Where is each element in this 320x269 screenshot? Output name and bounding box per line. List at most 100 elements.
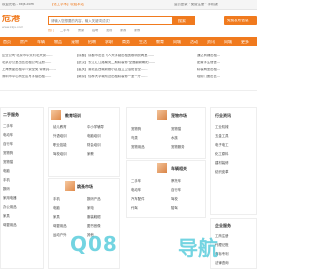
nav-item[interactable]: 房产 xyxy=(20,40,28,44)
section-link[interactable]: 宠物猫 xyxy=(3,160,13,164)
section-link[interactable]: 服装鞋帽 xyxy=(87,215,101,219)
hot-word[interactable]: 家政 xyxy=(120,29,126,32)
nav-item[interactable]: 更多 xyxy=(241,40,249,44)
latest-item[interactable]: 企业公司·北京市中关村北大街…… xyxy=(2,54,70,57)
section-link[interactable]: 纺织皮革 xyxy=(215,170,229,174)
hot-word[interactable]: 宠物 xyxy=(106,29,112,32)
section-card: 教育培训 幼儿教育 中小学辅导 外语培训 电脑培训 职业技能 财会培训 驾校培训… xyxy=(48,107,120,177)
nav-item[interactable]: 同城 xyxy=(173,40,181,44)
section-link[interactable]: 数码产品 xyxy=(87,197,101,201)
section-link[interactable]: 宠物狗 xyxy=(3,151,13,155)
nav-item[interactable]: 商务 xyxy=(122,40,130,44)
account-links[interactable]: 会员登录 · 免费注册 · 手机版 xyxy=(174,3,218,6)
latest-item[interactable]: 【武汉】长江汇江路南苑二期精装修·全面翻新朝阳…… xyxy=(75,61,193,64)
section-link[interactable]: 家教 xyxy=(87,152,94,156)
latest-item[interactable]: 【成都】成都市出售飞人大学路出租宽敞明亮两室…… xyxy=(75,54,193,57)
search-input[interactable] xyxy=(51,18,169,24)
watermark-text: Q08 xyxy=(70,232,118,256)
section-thumb xyxy=(157,163,167,173)
section-link[interactable]: 驾校 xyxy=(171,197,178,201)
section-link[interactable]: 自行车 xyxy=(3,142,13,146)
section-link[interactable]: 法律咨询 xyxy=(215,261,229,265)
section-title: 行业资讯 xyxy=(215,113,231,118)
section-link[interactable]: 二手车 xyxy=(131,179,141,183)
section-link[interactable]: 代驾 xyxy=(131,206,138,210)
section-link[interactable]: 中小学辅导 xyxy=(87,125,104,129)
section-link[interactable]: 数码 xyxy=(3,187,10,191)
section-link[interactable]: 电脑 xyxy=(3,169,10,173)
section-link[interactable]: 电动车 xyxy=(131,188,141,192)
logo-sub: www.kkjs.com xyxy=(2,26,24,29)
section-card: 宠物市场 宠物狗 宠物猫 鸟类 水族 宠物用品 宠物服务 xyxy=(126,107,206,159)
section-link[interactable]: 手机 xyxy=(3,178,10,182)
latest-item[interactable]: 通达商铺出租... xyxy=(197,54,255,57)
nav-item[interactable]: 活动 xyxy=(190,40,198,44)
hot-word[interactable]: 二手车 xyxy=(60,29,70,32)
logo[interactable]: 危港 www.kkjs.com xyxy=(2,13,42,33)
section-link[interactable]: 宠物狗 xyxy=(131,127,141,131)
section-thumb xyxy=(51,110,61,120)
site-link[interactable]: 【化工学术】收藏本站 xyxy=(50,3,84,6)
nav-item[interactable]: 教育 xyxy=(156,40,164,44)
hot-word[interactable]: 房屋 xyxy=(78,29,84,32)
section-link[interactable]: 五金工具 xyxy=(215,134,229,138)
nav-item[interactable]: 同城 xyxy=(224,40,232,44)
welcome-text: 欢迎光临 - kkjs.com xyxy=(2,3,34,6)
section-link[interactable]: 母婴用品 xyxy=(53,224,67,228)
section-link[interactable]: 工业机械 xyxy=(215,125,229,129)
hot-word[interactable]: 招聘 xyxy=(92,29,98,32)
section-link[interactable]: 幼儿教育 xyxy=(53,125,67,129)
section-link[interactable]: 摩托车 xyxy=(171,179,181,183)
hot-word[interactable]: 家教 xyxy=(134,29,140,32)
section-link[interactable]: 电脑 xyxy=(53,206,60,210)
hot-label: 热门 xyxy=(48,29,55,32)
section-link[interactable]: 宠物服务 xyxy=(171,145,185,149)
nav-item[interactable]: 资讯 xyxy=(207,40,215,44)
section-title: 二手服务 xyxy=(3,112,19,117)
section-link[interactable]: 运动户外 xyxy=(53,233,67,237)
section-link[interactable]: 驾校培训 xyxy=(53,152,67,156)
section-link[interactable]: 职业技能 xyxy=(53,143,67,147)
latest-item[interactable]: 精装两室出租... xyxy=(197,68,255,71)
nav-item[interactable]: 宠物 xyxy=(71,40,79,44)
section-link[interactable]: 手机 xyxy=(53,197,60,201)
section-link[interactable]: 家具 xyxy=(53,215,60,219)
latest-item[interactable]: 临街门面出售... xyxy=(197,75,255,78)
section-link[interactable]: 母婴用品 xyxy=(3,223,17,227)
latest-item[interactable]: 深圳市中心商业区写字楼出租…… xyxy=(2,75,70,78)
nav-item[interactable]: 首页 xyxy=(3,40,11,44)
section-link[interactable]: 建材装修 xyxy=(215,161,229,165)
section-link[interactable]: 宠物用品 xyxy=(131,145,145,149)
nav-item[interactable]: 求职 xyxy=(105,40,113,44)
section-link[interactable]: 自行车 xyxy=(171,188,181,192)
nav-item[interactable]: 生活 xyxy=(139,40,147,44)
section-link[interactable]: 汽车配件 xyxy=(131,197,145,201)
nav-item[interactable]: 车辆 xyxy=(37,40,45,44)
section-link[interactable]: 鸟类 xyxy=(131,136,138,140)
latest-item[interactable]: 北京办公室出售出租公司注册…… xyxy=(2,61,70,64)
section-link[interactable]: 二手车 xyxy=(3,124,13,128)
nav-item[interactable]: 招聘 xyxy=(88,40,96,44)
section-link[interactable]: 宠物猫 xyxy=(171,127,181,131)
section-link[interactable]: 图书音像 xyxy=(87,224,101,228)
latest-item[interactable]: 配置学生宿舍... xyxy=(197,61,255,64)
section-link[interactable]: 家具 xyxy=(3,214,10,218)
latest-item[interactable]: 【重庆】渝北区西城新都小区独立卫浴阳台全…… xyxy=(75,68,193,71)
section-link[interactable]: 电动车 xyxy=(3,133,13,137)
section-link[interactable]: 外语培训 xyxy=(53,134,67,138)
section-link[interactable]: 电子电工 xyxy=(215,143,229,147)
section-link[interactable]: 办公用品 xyxy=(3,205,17,209)
section-link[interactable]: 财会培训 xyxy=(87,143,101,147)
section-title: 教育培训 xyxy=(65,113,81,118)
section-link[interactable]: 电脑培训 xyxy=(87,134,101,138)
latest-item[interactable]: 上海房屋出租中介费全免 带家具…… xyxy=(2,68,70,71)
latest-item[interactable]: 【南京】仙林大学城附近出租精装修一室一厅…… xyxy=(75,75,193,78)
section-link[interactable]: 家电 xyxy=(87,206,94,210)
nav-item[interactable]: 物品 xyxy=(54,40,62,44)
publish-button[interactable]: 免费发布信息 xyxy=(224,16,257,25)
section-link[interactable]: 水族 xyxy=(171,136,178,140)
search-button[interactable]: 搜索 xyxy=(172,16,195,25)
section-link[interactable]: 陪驾 xyxy=(171,206,178,210)
section-link[interactable]: 家用电器 xyxy=(3,196,17,200)
section-link[interactable]: 化工原料 xyxy=(215,152,229,156)
